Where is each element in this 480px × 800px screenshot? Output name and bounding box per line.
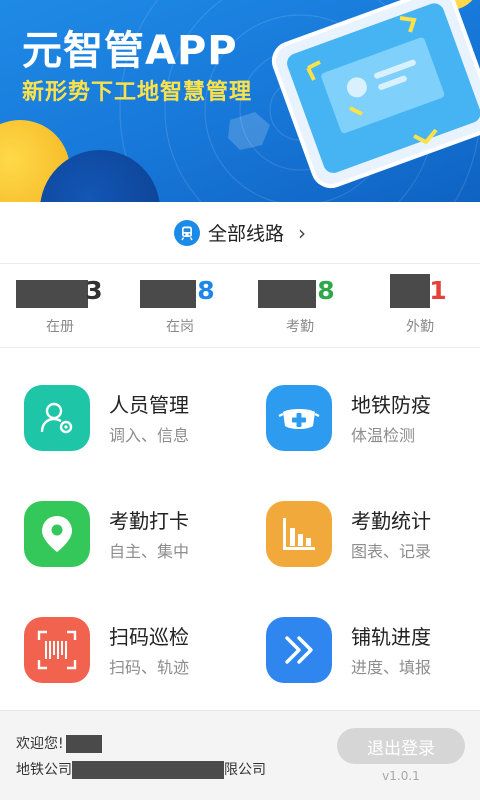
stat-label: 考勤: [286, 319, 314, 335]
app-banner: 元智管APP 新形势下工地智慧管理: [0, 0, 480, 202]
stat-field-work[interactable]: 1 外勤: [360, 264, 480, 348]
redacted-company: [72, 761, 224, 779]
module-title: 人员管理: [109, 393, 189, 417]
banner-title: 元智管APP: [22, 28, 238, 74]
stat-label: 外勤: [406, 319, 434, 335]
module-title: 扫码巡检: [109, 625, 189, 649]
logout-button[interactable]: 退出登录: [337, 728, 465, 764]
module-desc: 体温检测: [351, 426, 416, 445]
module-desc: 自主、集中: [109, 542, 190, 561]
route-selector[interactable]: 全部线路 ›: [0, 202, 480, 264]
stat-attendance[interactable]: 8 考勤: [240, 264, 360, 348]
stats-row: 3 在册 8 在岗 8 考勤 1 外勤: [0, 264, 480, 348]
company-prefix: 地铁公司: [16, 762, 72, 778]
company-suffix: 限公司: [224, 762, 266, 778]
module-attendance-checkin[interactable]: 考勤打卡 自主、集中: [0, 501, 240, 611]
stat-on-duty[interactable]: 8 在岗: [120, 264, 240, 348]
user-settings-icon: [24, 385, 90, 451]
banner-subtitle: 新形势下工地智慧管理: [22, 80, 253, 105]
module-title: 考勤统计: [351, 509, 431, 533]
company-name: 地铁公司 限公司: [16, 759, 266, 779]
module-title: 考勤打卡: [109, 509, 189, 533]
welcome-text: 欢迎您!: [16, 733, 102, 753]
module-title: 铺轨进度: [351, 625, 431, 649]
phone-illustration: [271, 0, 480, 189]
footer-bar: 欢迎您! 地铁公司 限公司 退出登录 v1.0.1: [0, 710, 480, 800]
metro-train-icon: [173, 219, 200, 246]
module-title: 地铁防疫: [351, 393, 431, 417]
module-desc: 图表、记录: [351, 542, 432, 561]
module-metro-epidemic[interactable]: 地铁防疫 体温检测: [242, 385, 480, 495]
stat-value: 1: [429, 276, 447, 305]
module-desc: 进度、填报: [351, 658, 432, 677]
version-label: v1.0.1: [382, 769, 420, 783]
double-chevron-right-icon: [266, 617, 332, 683]
stat-label: 在册: [46, 319, 74, 335]
module-attendance-stats[interactable]: 考勤统计 图表、记录: [242, 501, 480, 611]
stat-registered[interactable]: 3 在册: [0, 264, 120, 348]
redacted-username: [65, 735, 102, 753]
welcome-label: 欢迎您!: [16, 736, 64, 752]
location-pin-icon: [24, 501, 90, 567]
barcode-scan-icon: [24, 617, 90, 683]
mask-icon: [266, 385, 332, 451]
route-label: 全部线路: [207, 223, 284, 245]
module-desc: 调入、信息: [109, 426, 190, 445]
module-desc: 扫码、轨迹: [109, 658, 190, 677]
bar-chart-icon: [266, 501, 332, 567]
stat-label: 在岗: [166, 319, 194, 335]
module-personnel-management[interactable]: 人员管理 调入、信息: [0, 385, 240, 495]
chevron-right-icon: ›: [298, 220, 306, 245]
